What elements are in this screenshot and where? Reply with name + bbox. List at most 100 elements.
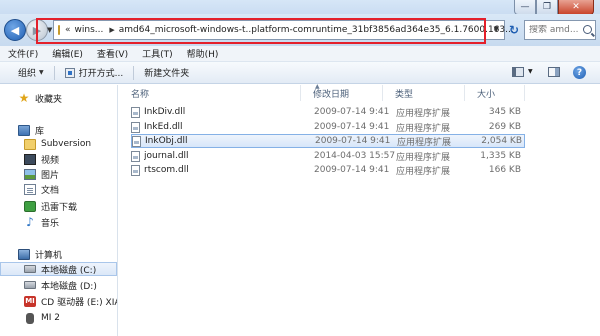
- breadcrumb-current[interactable]: amd64_microsoft-windows-t..platform-comr…: [119, 25, 514, 35]
- file-date: 2009-07-14 9:41: [314, 165, 390, 175]
- nav-label: 迅雷下载: [41, 202, 78, 213]
- file-size: 166 KB: [488, 165, 521, 175]
- minimize-button[interactable]: —: [514, 0, 536, 15]
- help-button[interactable]: ?: [573, 66, 586, 79]
- toolbar-divider: [133, 65, 135, 80]
- command-bar: 组织 ▼ 打开方式... 新建文件夹 ▼ ?: [0, 62, 600, 84]
- file-row-selected[interactable]: InkObj.dll 2009-07-14 9:41 应用程序扩展 2,054 …: [131, 134, 525, 148]
- dll-file-icon: [131, 106, 140, 118]
- search-box[interactable]: [524, 20, 596, 40]
- organize-label: 组织: [18, 69, 37, 79]
- menu-edit[interactable]: 编辑(E): [44, 47, 89, 60]
- file-row[interactable]: InkDiv.dll 2009-07-14 9:41 应用程序扩展 345 KB: [131, 105, 525, 119]
- new-folder-button[interactable]: 新建文件夹: [136, 66, 197, 79]
- nav-drive-d[interactable]: 本地磁盘 (D:): [24, 278, 117, 292]
- cd-drive-icon: MI: [24, 295, 36, 307]
- column-label: 大小: [477, 89, 496, 100]
- nav-favorites[interactable]: ★ 收藏夹: [18, 90, 117, 105]
- nav-label: 视频: [41, 155, 60, 166]
- address-bar[interactable]: « wins... ▶ amd64_microsoft-windows-t..p…: [53, 20, 514, 40]
- file-type: 应用程序扩展: [396, 152, 451, 163]
- phone-icon: [26, 312, 34, 324]
- file-name: InkEd.dll: [144, 122, 183, 132]
- nav-drive-e[interactable]: MI CD 驱动器 (E:) XIA: [24, 294, 118, 308]
- breadcrumb-parent[interactable]: wins...: [75, 25, 104, 35]
- file-type: 应用程序扩展: [396, 166, 451, 177]
- search-icon[interactable]: [583, 25, 592, 34]
- view-options-dropdown[interactable]: ▼: [528, 68, 533, 75]
- pictures-icon: [24, 168, 36, 180]
- file-date: 2009-07-14 9:41: [314, 107, 390, 117]
- nav-device-mi2[interactable]: MI 2: [24, 311, 117, 325]
- forward-button[interactable]: ▶: [26, 19, 48, 41]
- chevron-right-icon[interactable]: ▶: [109, 26, 114, 34]
- close-button[interactable]: ✕: [558, 0, 594, 15]
- menu-help[interactable]: 帮助(H): [179, 47, 225, 60]
- column-label: 名称: [131, 89, 150, 100]
- nav-computer[interactable]: 计算机: [18, 247, 117, 261]
- nav-label: 文档: [41, 185, 60, 196]
- file-date: 2009-07-14 9:41: [315, 136, 391, 146]
- organize-button[interactable]: 组织 ▼: [0, 66, 52, 79]
- menu-bar: 文件(F) 编辑(E) 查看(V) 工具(T) 帮助(H): [0, 46, 600, 62]
- column-header-size[interactable]: 大小: [465, 85, 525, 101]
- breadcrumb-overflow[interactable]: «: [65, 25, 71, 35]
- file-type: 应用程序扩展: [397, 137, 452, 148]
- nav-label: Subversion: [41, 139, 92, 149]
- dll-file-icon: [131, 150, 140, 162]
- refresh-icon: ↻: [508, 23, 520, 37]
- nav-library-videos[interactable]: 视频: [24, 152, 117, 166]
- column-header-date[interactable]: 修改日期: [301, 85, 383, 101]
- file-type: 应用程序扩展: [396, 108, 451, 119]
- preview-pane-button[interactable]: [548, 67, 560, 77]
- search-input[interactable]: [529, 25, 581, 35]
- nav-library-pictures[interactable]: 图片: [24, 167, 117, 181]
- window-controls: — ❐ ✕: [514, 0, 594, 15]
- file-size: 345 KB: [488, 107, 521, 117]
- file-row[interactable]: InkEd.dll 2009-07-14 9:41 应用程序扩展 269 KB: [131, 120, 525, 134]
- file-date: 2009-07-14 9:41: [314, 122, 390, 132]
- address-dropdown-button[interactable]: ▼: [494, 25, 499, 33]
- dll-file-icon: [132, 135, 141, 147]
- change-view-button[interactable]: [512, 67, 524, 77]
- maximize-button[interactable]: ❐: [536, 0, 558, 15]
- nav-label: 本地磁盘 (D:): [41, 281, 97, 292]
- file-row[interactable]: journal.dll 2014-04-03 15:57 应用程序扩展 1,33…: [131, 149, 525, 163]
- recent-pages-dropdown[interactable]: ▼: [47, 26, 52, 34]
- video-icon: [24, 153, 36, 165]
- menu-file[interactable]: 文件(F): [0, 47, 44, 60]
- navigation-bar: ◀ ▶ ▼ « wins... ▶ amd64_microsoft-window…: [0, 14, 600, 46]
- folder-icon: [24, 138, 36, 150]
- nav-library-thunder-downloads[interactable]: 迅雷下载: [24, 199, 117, 213]
- favorites-star-icon: ★: [18, 90, 30, 105]
- navigation-pane: ★ 收藏夹 库 Subversion 视频 图片 文档 迅雷下载 ♪ 音乐 计算…: [0, 85, 118, 336]
- toolbar-divider: [53, 65, 55, 80]
- nav-libraries[interactable]: 库: [18, 123, 117, 137]
- column-label: 修改日期: [313, 89, 350, 100]
- nav-library-documents[interactable]: 文档: [24, 182, 117, 196]
- nav-label: CD 驱动器 (E:) XIA: [41, 297, 118, 308]
- menu-tools[interactable]: 工具(T): [134, 47, 179, 60]
- folder-icon: [58, 25, 60, 35]
- column-header-type[interactable]: 类型: [383, 85, 465, 101]
- hard-disk-icon: [24, 281, 36, 289]
- nav-library-subversion[interactable]: Subversion: [24, 137, 117, 151]
- hard-disk-icon: [24, 265, 36, 273]
- nav-label: 计算机: [35, 250, 63, 261]
- nav-label: MI 2: [41, 313, 61, 323]
- nav-drive-c[interactable]: 本地磁盘 (C:): [0, 262, 117, 276]
- menu-view[interactable]: 查看(V): [89, 47, 134, 60]
- nav-library-music[interactable]: ♪ 音乐: [24, 215, 117, 229]
- column-header-name[interactable]: 名称: [119, 85, 301, 101]
- nav-label: 音乐: [41, 218, 60, 229]
- back-button[interactable]: ◀: [4, 19, 26, 41]
- open-with-button[interactable]: 打开方式...: [57, 66, 132, 79]
- file-name: InkObj.dll: [145, 136, 188, 146]
- dll-file-icon: [131, 164, 140, 176]
- open-with-label: 打开方式...: [78, 69, 124, 79]
- file-row[interactable]: rtscom.dll 2009-07-14 9:41 应用程序扩展 166 KB: [131, 163, 525, 177]
- file-name: journal.dll: [144, 151, 189, 161]
- refresh-button[interactable]: ↻: [508, 21, 520, 39]
- file-list: 名称 ▲ 修改日期 类型 大小 InkDiv.dll 2009-07-14 9:…: [119, 83, 600, 336]
- nav-label: 图片: [41, 170, 60, 181]
